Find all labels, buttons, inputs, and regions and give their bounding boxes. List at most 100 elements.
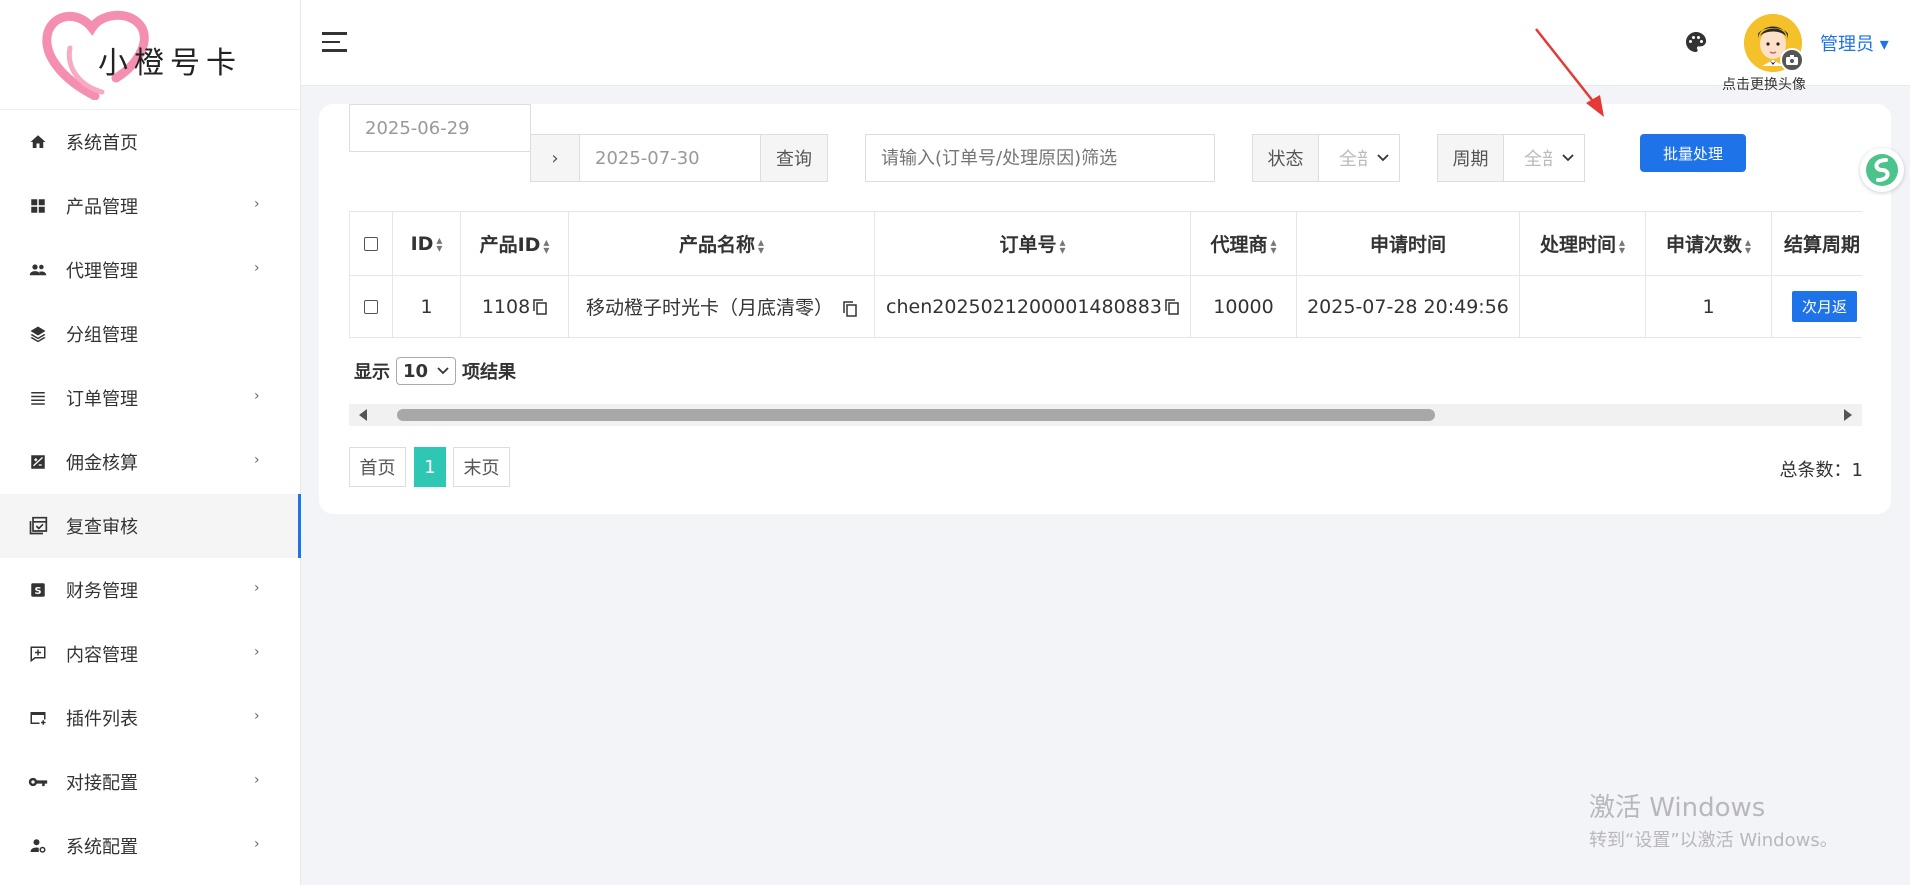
end-date-input[interactable]: 2025-07-30 [579, 134, 761, 182]
search-input[interactable] [865, 134, 1215, 182]
user-cog-icon [28, 836, 48, 856]
period-label: 周期 [1437, 134, 1504, 182]
camera-icon[interactable] [1780, 48, 1804, 72]
floating-assistant-icon[interactable] [1860, 148, 1904, 192]
copy-icon[interactable] [843, 300, 857, 317]
admin-user-menu[interactable]: 管理员 ▾ [1820, 30, 1889, 56]
sort-icon: ▴ ▾ [1059, 234, 1066, 257]
period-select-value: 全部 [1524, 149, 1552, 170]
logo-text: 小橙号卡 [98, 45, 242, 81]
cell-product-name: 移动橙子时光卡（月底清零） [568, 275, 875, 338]
sidebar-item-content[interactable]: 内容管理 › [0, 622, 300, 686]
cell-process-time [1519, 275, 1646, 338]
scrollbar-thumb[interactable] [397, 409, 1435, 421]
menu-toggle-icon[interactable] [322, 32, 347, 52]
chevron-right-icon: › [254, 708, 260, 724]
chevron-down-icon [437, 367, 449, 375]
period-badge[interactable]: 次月返 [1792, 291, 1858, 322]
column-header-period: 结算周期 [1771, 211, 1862, 276]
calendar-check-icon [28, 516, 48, 536]
sidebar-item-plugins[interactable]: 插件列表 › [0, 686, 300, 750]
page-size-suffix: 项结果 [462, 362, 516, 383]
windows-activation-watermark: 激活 Windows 转到“设置”以激活 Windows。 [1589, 787, 1838, 852]
chevron-right-icon: › [254, 772, 260, 788]
row-checkbox[interactable] [349, 275, 393, 338]
scroll-left-icon[interactable] [359, 409, 367, 421]
cell-apply-count: 1 [1645, 275, 1772, 338]
sidebar-item-label: 订单管理 [66, 389, 138, 410]
sort-icon: ▴ ▾ [543, 234, 550, 257]
sidebar-item-review[interactable]: 复查审核 [0, 494, 301, 558]
chevron-right-icon: › [254, 388, 260, 404]
cell-order-no: chen2025021200001480883 [874, 275, 1191, 338]
red-arrow-annotation [1535, 28, 1604, 117]
sort-icon: ▴ ▾ [1270, 234, 1277, 257]
sidebar-item-label: 产品管理 [66, 197, 138, 218]
column-header-product-id[interactable]: 产品ID ▴ ▾ [460, 211, 569, 276]
sidebar-item-integration[interactable]: 对接配置 › [0, 750, 300, 814]
scroll-right-icon[interactable] [1844, 409, 1852, 421]
grid-icon [28, 196, 48, 216]
sidebar: 小橙号卡 系统首页 产品管理 › 代理管理 › 分组管理 订单管理 › 佣金核算 [0, 0, 301, 885]
sidebar-item-label: 代理管理 [66, 261, 138, 282]
copy-icon[interactable] [533, 299, 547, 315]
page-size-select[interactable]: 10 [396, 357, 456, 385]
last-page-button[interactable]: 末页 [453, 447, 510, 487]
period-select[interactable]: 全部 [1503, 134, 1585, 182]
chevron-down-icon [1377, 154, 1389, 162]
sidebar-item-finance[interactable]: S 财务管理 › [0, 558, 300, 622]
table-row: 1 1108 移动橙子时光卡（月底清零） chen202502120000148… [349, 275, 1862, 338]
watermark-line2: 转到“设置”以激活 Windows。 [1589, 830, 1838, 851]
current-page-button[interactable]: 1 [414, 447, 446, 487]
sidebar-item-products[interactable]: 产品管理 › [0, 174, 300, 238]
column-header-agent[interactable]: 代理商 ▴ ▾ [1190, 211, 1297, 276]
copy-icon[interactable] [1165, 299, 1179, 315]
column-header-apply-count[interactable]: 申请次数 ▴ ▾ [1645, 211, 1772, 276]
column-header-process-time[interactable]: 处理时间 ▴ ▾ [1519, 211, 1646, 276]
sidebar-item-label: 财务管理 [66, 581, 138, 602]
sidebar-item-agents[interactable]: 代理管理 › [0, 238, 300, 302]
sidebar-item-label: 佣金核算 [66, 453, 138, 474]
batch-process-button[interactable]: 批量处理 [1640, 134, 1746, 172]
column-header-order-no[interactable]: 订单号 ▴ ▾ [874, 211, 1191, 276]
logo[interactable]: 小橙号卡 [0, 0, 300, 110]
avatar-hint[interactable]: 点击更换头像 [1722, 74, 1842, 94]
list-icon [28, 388, 48, 408]
sidebar-item-groups[interactable]: 分组管理 [0, 302, 300, 366]
chevron-right-icon: › [254, 836, 260, 852]
sort-icon: ▴ ▾ [757, 234, 765, 257]
sidebar-item-label: 系统配置 [66, 837, 138, 858]
horizontal-scrollbar[interactable] [349, 404, 1862, 426]
dollar-box-icon: S [28, 580, 48, 600]
sidebar-item-label: 分组管理 [66, 325, 138, 346]
home-icon [28, 132, 48, 152]
sidebar-item-settings[interactable]: 系统配置 › [0, 814, 300, 878]
status-select-value: 全部 [1339, 149, 1367, 170]
key-icon [28, 772, 48, 792]
chart-box-icon [28, 452, 48, 472]
sidebar-nav: 系统首页 产品管理 › 代理管理 › 分组管理 订单管理 › 佣金核算 › 复查… [0, 110, 301, 878]
status-label: 状态 [1252, 134, 1319, 182]
chevron-right-icon: › [254, 196, 260, 212]
table-header-row: ID ▴ ▾ 产品ID ▴ ▾ 产品名称 ▴ ▾ 订单号 ▴ ▾ 代理商 ▴ ▾ 申请时间 处理时间… [349, 211, 1862, 276]
sort-icon: ▴ ▾ [1744, 234, 1752, 257]
sidebar-item-home[interactable]: 系统首页 [0, 110, 300, 174]
sort-icon: ▴ ▾ [1618, 234, 1626, 257]
status-select[interactable]: 全部 [1318, 134, 1400, 182]
palette-icon[interactable] [1684, 30, 1708, 54]
sidebar-item-label: 插件列表 [66, 709, 138, 730]
sidebar-item-label: 系统首页 [66, 133, 138, 154]
sidebar-item-orders[interactable]: 订单管理 › [0, 366, 300, 430]
sidebar-item-commission[interactable]: 佣金核算 › [0, 430, 300, 494]
total-count: 总条数：1 [1779, 460, 1863, 481]
cell-period: 次月返 [1771, 275, 1862, 338]
column-header-id[interactable]: ID ▴ ▾ [392, 211, 461, 276]
column-header-product-name[interactable]: 产品名称 ▴ ▾ [568, 211, 875, 276]
start-date-input[interactable]: 2025-06-29 [349, 104, 531, 152]
select-all-checkbox[interactable] [349, 211, 393, 276]
page-size-control: 显示 10 项结果 [354, 357, 516, 385]
query-button[interactable]: 查询 [760, 134, 828, 182]
comment-plus-icon [28, 644, 48, 664]
page-size-label: 显示 [354, 362, 390, 383]
first-page-button[interactable]: 首页 [349, 447, 406, 487]
